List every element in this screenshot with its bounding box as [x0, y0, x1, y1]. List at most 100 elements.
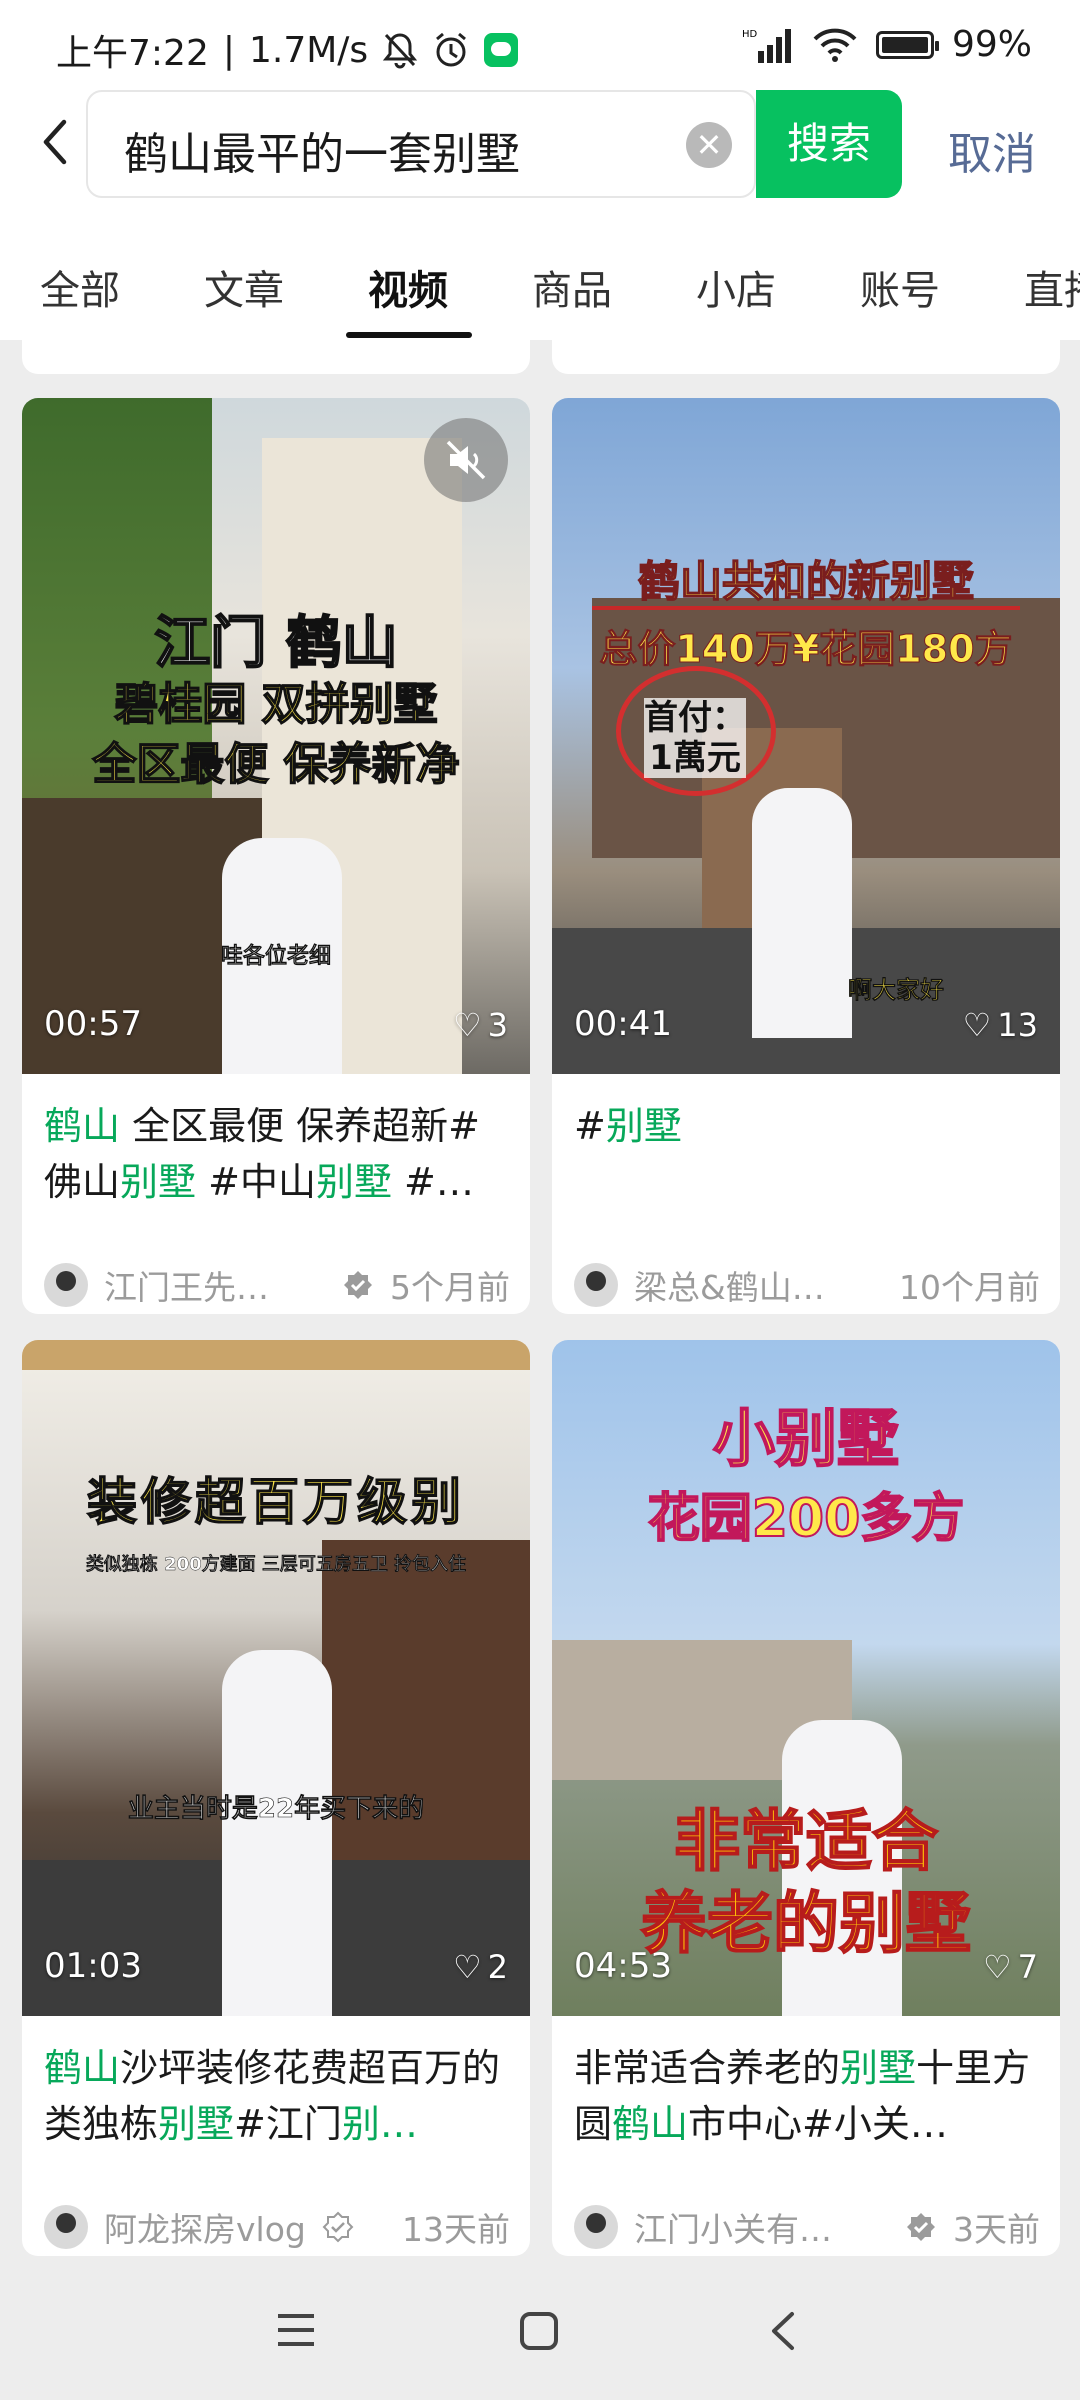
tab-articles[interactable]: 文章	[204, 258, 284, 316]
overlay-title: 小别墅	[712, 1401, 900, 1476]
avatar[interactable]	[44, 1263, 88, 1307]
video-title[interactable]: 鹤山 全区最便 保养超新#佛山别墅 #中山别墅 #…	[44, 1098, 514, 1210]
search-bar: 鹤山最平的一套别墅 ✕ 搜索 取消	[0, 90, 1080, 200]
title-keyword: 鹤山	[44, 1104, 121, 1148]
like-count: ♡ 13	[963, 1006, 1038, 1044]
back-icon[interactable]	[766, 2310, 802, 2352]
video-duration: 01:03	[44, 1946, 142, 1986]
verified-badge-icon	[344, 1271, 372, 1299]
previous-card-bottom	[22, 340, 530, 374]
home-icon[interactable]	[518, 2310, 560, 2352]
video-title[interactable]: 非常适合养老的别墅十里方圆鹤山市中心#小关…	[574, 2040, 1044, 2152]
title-keyword: 别墅	[605, 1104, 682, 1148]
video-duration: 00:57	[44, 1004, 142, 1044]
status-left: 上午7:22 | 1.7M/s	[56, 24, 519, 76]
card-meta: 阿龙探房vlog 13天前	[44, 2202, 510, 2252]
video-card[interactable]: 江门 鹤山 碧桂园 双拼别墅 全区最便 保养新净 哇各位老细 00:57 ♡ 3 …	[22, 398, 530, 1314]
title-keyword: 别墅	[158, 2102, 235, 2146]
title-keyword: 鹤山	[612, 2102, 689, 2146]
avatar[interactable]	[574, 2205, 618, 2249]
back-arrow-icon[interactable]	[30, 112, 80, 172]
system-nav-bar	[0, 2270, 1080, 2400]
search-input[interactable]: 鹤山最平的一套别墅 ✕	[86, 90, 756, 198]
menu-icon[interactable]	[274, 2310, 318, 2350]
heart-icon: ♡	[452, 1006, 482, 1044]
signal-icon: HD	[742, 28, 791, 63]
card-meta: 江门小关有… 3天前	[574, 2202, 1040, 2252]
video-subtitle: 业主当时是22年买下来的	[127, 1794, 425, 1825]
person-shape	[222, 1650, 332, 2016]
tab-all[interactable]: 全部	[40, 258, 120, 316]
title-keyword: 别墅	[840, 2046, 917, 2090]
video-thumbnail[interactable]: 小别墅 花园200多方 非常适合 养老的别墅 04:53 ♡ 7	[552, 1340, 1060, 2016]
video-title[interactable]: 鹤山沙坪装修花费超百万的类独栋别墅#江门别…	[44, 2040, 514, 2152]
overlay-line: 碧桂园 双拼别墅	[114, 678, 439, 731]
like-count: ♡ 7	[983, 1948, 1038, 1986]
like-count: ♡ 3	[453, 1006, 508, 1044]
tab-accounts[interactable]: 账号	[860, 258, 940, 316]
overlay-line: 类似独栋 200方建面 三层可五房五卫 拎包入住	[85, 1554, 467, 1575]
battery-level: 99%	[951, 24, 1032, 65]
wechat-icon	[484, 33, 519, 67]
battery-icon	[875, 30, 939, 59]
author-name[interactable]: 江门王先…	[104, 1261, 326, 1309]
post-time: 3天前	[953, 2210, 1040, 2249]
title-keyword: 别墅	[315, 1160, 392, 1204]
overlay-line: 总价140万¥花园180方	[599, 627, 1013, 672]
active-tab-indicator	[346, 332, 472, 338]
status-time: 上午7:22	[56, 33, 209, 74]
avatar[interactable]	[44, 2205, 88, 2249]
tab-videos[interactable]: 视频	[368, 258, 448, 316]
cancel-button[interactable]: 取消	[948, 118, 1036, 182]
video-subtitle: 啊大家好	[848, 976, 945, 1005]
mute-button[interactable]	[424, 418, 508, 502]
mute-bell-icon	[383, 33, 418, 69]
title-keyword: 鹤山	[44, 2046, 121, 2090]
tab-bar: 全部 文章 视频 商品 小店 账号 直播	[0, 200, 1080, 340]
network-type-label: HD	[742, 29, 758, 40]
search-query: 鹤山最平的一套别墅	[124, 129, 520, 180]
overlay-title: 江门 鹤山	[153, 610, 399, 677]
status-divider: |	[222, 29, 235, 71]
status-bar: 上午7:22 | 1.7M/s HD 99%	[0, 0, 1080, 90]
overlay-callout-line: 1萬元	[649, 738, 741, 778]
tab-live[interactable]: 直播	[1024, 258, 1080, 316]
overlay-underline	[592, 606, 1020, 610]
video-card[interactable]: 鹤山共和的新别墅 总价140万¥花园180方 首付： 1萬元 啊大家好 00:41…	[552, 398, 1060, 1314]
title-keyword: 别…	[341, 2102, 418, 2146]
title-keyword: 别墅	[120, 1160, 197, 1204]
card-meta: 江门王先… 5个月前	[44, 1260, 510, 1310]
video-thumbnail[interactable]: 鹤山共和的新别墅 总价140万¥花园180方 首付： 1萬元 啊大家好 00:41…	[552, 398, 1060, 1074]
door-shape	[322, 1540, 530, 1880]
tab-shops[interactable]: 小店	[696, 258, 776, 316]
overlay-callout: 首付： 1萬元	[644, 698, 746, 778]
title-text: #	[574, 1104, 606, 1148]
video-thumbnail[interactable]: 装修超百万级别 类似独栋 200方建面 三层可五房五卫 拎包入住 业主当时是22…	[22, 1340, 530, 2016]
search-button[interactable]: 搜索	[756, 90, 902, 198]
heart-icon: ♡	[982, 1948, 1012, 1986]
title-text: #江门	[234, 2102, 342, 2146]
post-time: 5个月前	[390, 1268, 510, 1307]
video-card[interactable]: 小别墅 花园200多方 非常适合 养老的别墅 04:53 ♡ 7 非常适合养老的别…	[552, 1340, 1060, 2256]
post-time: 10个月前	[899, 1268, 1040, 1307]
verified-badge-icon	[322, 2211, 354, 2243]
alarm-icon	[436, 32, 467, 67]
status-right: HD 99%	[742, 24, 1032, 65]
heart-icon: ♡	[962, 1006, 992, 1044]
tab-products[interactable]: 商品	[532, 258, 612, 316]
video-thumbnail[interactable]: 江门 鹤山 碧桂园 双拼别墅 全区最便 保养新净 哇各位老细 00:57 ♡ 3	[22, 398, 530, 1074]
author-name[interactable]: 江门小关有…	[634, 2203, 889, 2251]
like-count: ♡ 2	[453, 1948, 508, 1986]
verified-badge-icon	[907, 2213, 935, 2241]
previous-card-bottom	[552, 340, 1060, 374]
clear-icon[interactable]: ✕	[686, 122, 732, 168]
title-text: #…	[391, 1160, 474, 1204]
overlay-line: 全区最便 保养新净	[92, 738, 461, 791]
author-name[interactable]: 阿龙探房vlog	[104, 2203, 306, 2251]
post-time: 13天前	[402, 2210, 510, 2249]
avatar[interactable]	[574, 1263, 618, 1307]
like-value: 7	[1017, 1948, 1038, 1986]
author-name[interactable]: 梁总&鹤山…	[634, 1261, 899, 1309]
video-title[interactable]: #别墅	[574, 1098, 1044, 1154]
video-card[interactable]: 装修超百万级别 类似独栋 200方建面 三层可五房五卫 拎包入住 业主当时是22…	[22, 1340, 530, 2256]
